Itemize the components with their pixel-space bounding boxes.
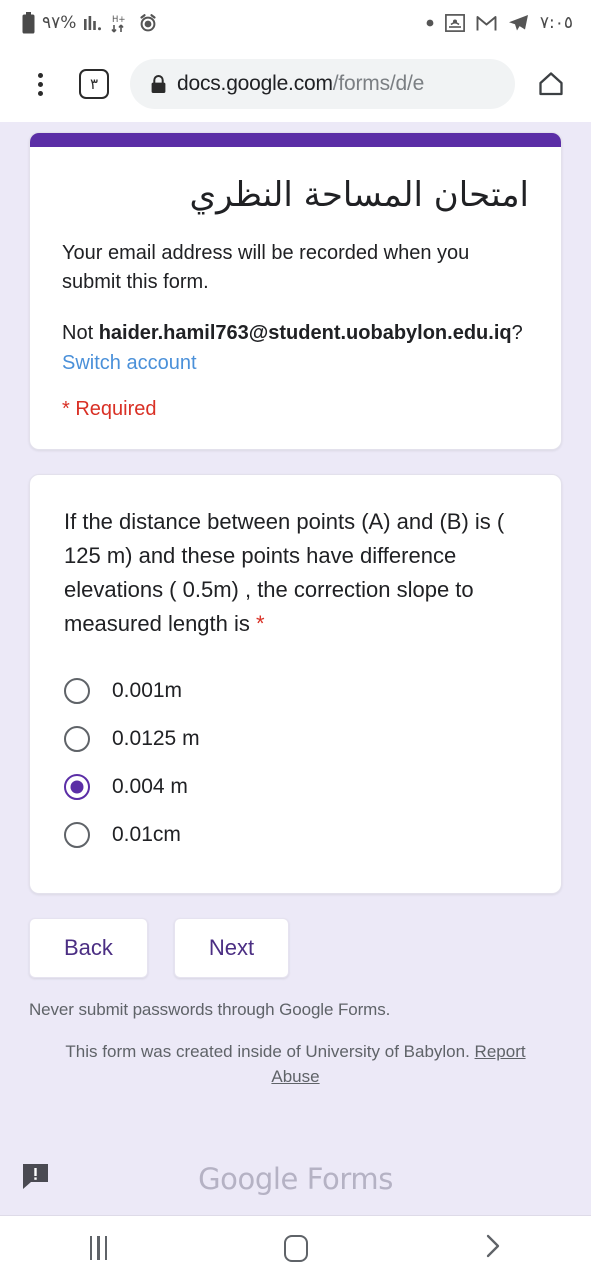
recents-button[interactable] bbox=[54, 1223, 144, 1273]
back-button-nav[interactable] bbox=[448, 1223, 538, 1273]
radio-icon[interactable] bbox=[64, 678, 90, 705]
form-navigation: Back Next bbox=[29, 918, 562, 979]
lock-icon bbox=[150, 74, 167, 94]
home-button[interactable] bbox=[527, 60, 575, 108]
switch-account-link[interactable]: Switch account bbox=[62, 348, 197, 378]
radio-option-label: 0.01cm bbox=[112, 823, 181, 847]
form-page: امتحان المساحة النظري Your email address… bbox=[0, 122, 591, 1142]
gmail-icon bbox=[476, 15, 497, 32]
url-path: /forms/d/e bbox=[332, 72, 425, 95]
form-header-content: امتحان المساحة النظري Your email address… bbox=[30, 147, 561, 449]
dot-icon bbox=[426, 19, 434, 27]
browser-toolbar: ٣ docs.google.com/forms/d/e bbox=[0, 46, 591, 122]
google-forms-footer: Google Forms bbox=[0, 1142, 591, 1216]
battery-percent: ٩٧% bbox=[42, 13, 77, 33]
radio-icon-selected[interactable] bbox=[64, 774, 90, 801]
brand-google: Google bbox=[198, 1161, 298, 1196]
page-title: امتحان المساحة النظري bbox=[189, 175, 529, 215]
next-button[interactable]: Next bbox=[173, 918, 290, 979]
feedback-bubble-icon[interactable] bbox=[22, 1163, 49, 1195]
back-button[interactable]: Back bbox=[29, 918, 148, 979]
home-icon bbox=[537, 70, 565, 98]
url-domain: docs.google.com bbox=[177, 72, 333, 95]
status-bar-left: ٩٧% H+ bbox=[22, 12, 158, 34]
radio-option-label: 0.0125 m bbox=[112, 727, 200, 751]
url-text: docs.google.com/forms/d/e bbox=[177, 72, 424, 96]
battery-icon bbox=[22, 12, 35, 34]
signal-bars-icon bbox=[83, 13, 103, 33]
account-email: haider.hamil763@student.uobabylon.edu.iq bbox=[98, 321, 512, 344]
overflow-menu-icon bbox=[37, 72, 43, 96]
address-bar[interactable]: docs.google.com/forms/d/e bbox=[130, 59, 515, 109]
radio-icon[interactable] bbox=[64, 726, 90, 753]
radio-option[interactable]: 0.0125 m bbox=[64, 715, 527, 763]
question-card: If the distance between points (A) and (… bbox=[29, 473, 562, 895]
account-line: Not haider.hamil763@student.uobabylon.ed… bbox=[62, 319, 529, 348]
tab-count-icon: ٣ bbox=[79, 69, 109, 99]
email-collection-note: Your email address will be recorded when… bbox=[62, 241, 470, 293]
alarm-clock-icon bbox=[138, 13, 158, 33]
tab-switcher-button[interactable]: ٣ bbox=[70, 60, 118, 108]
home-button-icon bbox=[283, 1234, 308, 1262]
question-text: If the distance between points (A) and (… bbox=[64, 508, 505, 637]
required-legend: * Required bbox=[62, 397, 157, 420]
form-accent-bar bbox=[30, 133, 561, 147]
network-hplus-icon: H+ bbox=[110, 13, 131, 34]
overflow-menu-button[interactable] bbox=[16, 60, 64, 108]
status-bar-right: ٧:٠٥ bbox=[426, 13, 573, 33]
android-nav-bar bbox=[0, 1216, 591, 1280]
required-star: * bbox=[256, 611, 265, 637]
form-origin-note: This form was created inside of Universi… bbox=[29, 1040, 562, 1089]
question-title: If the distance between points (A) and (… bbox=[64, 505, 527, 641]
back-chevron-icon bbox=[482, 1233, 504, 1264]
phone-screen: ٩٧% H+ ٧:٠٥ ٣ docs.google.com/forms/d/e … bbox=[0, 0, 591, 1280]
radio-group: 0.001m 0.0125 m 0.004 m 0.01cm bbox=[64, 667, 527, 859]
screenshot-icon bbox=[444, 14, 465, 32]
recents-icon bbox=[89, 1236, 108, 1260]
created-text: This form was created inside of Universi… bbox=[65, 1042, 470, 1062]
status-bar: ٩٧% H+ ٧:٠٥ bbox=[0, 0, 591, 46]
question-content: If the distance between points (A) and (… bbox=[30, 475, 561, 893]
radio-option-label: 0.001m bbox=[112, 679, 183, 703]
not-suffix: ? bbox=[511, 321, 523, 344]
radio-option-label: 0.004 m bbox=[112, 775, 188, 799]
brand-forms: Forms bbox=[297, 1161, 394, 1196]
radio-option[interactable]: 0.01cm bbox=[64, 811, 527, 859]
telegram-icon bbox=[508, 14, 529, 32]
home-button-nav[interactable] bbox=[251, 1223, 341, 1273]
not-prefix: Not bbox=[62, 321, 99, 344]
svg-text:H+: H+ bbox=[112, 15, 126, 25]
clock-time: ٧:٠٥ bbox=[539, 13, 573, 33]
radio-option[interactable]: 0.004 m bbox=[64, 763, 527, 811]
google-forms-brand: Google Forms bbox=[0, 1162, 591, 1196]
radio-icon[interactable] bbox=[64, 822, 90, 849]
radio-option[interactable]: 0.001m bbox=[64, 667, 527, 715]
form-header-card: امتحان المساحة النظري Your email address… bbox=[29, 132, 562, 450]
password-disclaimer: Never submit passwords through Google Fo… bbox=[29, 1000, 391, 1020]
